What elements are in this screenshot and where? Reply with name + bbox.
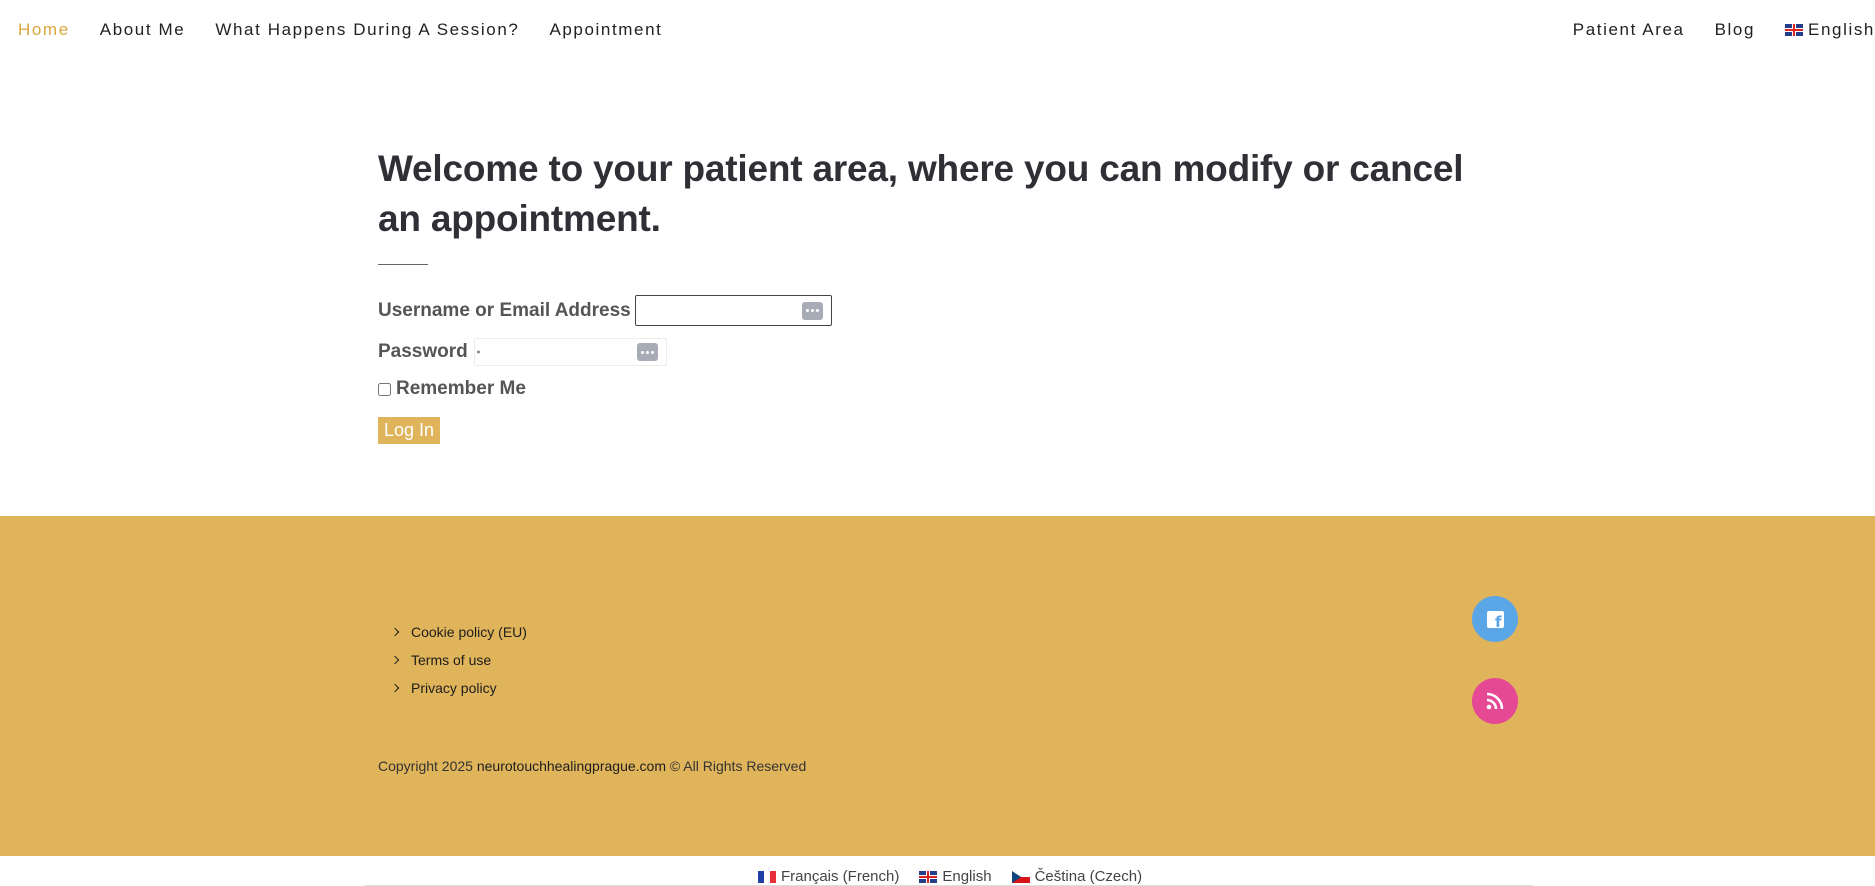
language-english[interactable]: English bbox=[919, 868, 992, 885]
rss-button[interactable] bbox=[1472, 678, 1518, 724]
footer-link-cookie[interactable]: Cookie policy (EU) bbox=[390, 618, 527, 646]
nav-home[interactable]: Home bbox=[18, 20, 70, 40]
page-title: Welcome to your patient area, where you … bbox=[378, 148, 1464, 239]
remember-me-row: Remember Me bbox=[378, 378, 1478, 400]
footer-link-label: Privacy policy bbox=[411, 680, 497, 696]
nav-appointment[interactable]: Appointment bbox=[549, 20, 662, 40]
remember-me-checkbox[interactable] bbox=[378, 382, 391, 396]
language-label: English bbox=[942, 868, 992, 885]
footer-link-privacy[interactable]: Privacy policy bbox=[390, 674, 527, 702]
copyright-text: Copyright 2025 neurotouchhealingprague.c… bbox=[378, 758, 806, 774]
nav-blog[interactable]: Blog bbox=[1715, 20, 1755, 40]
password-field-wrapper bbox=[473, 338, 667, 366]
remember-me-label: Remember Me bbox=[396, 378, 526, 399]
password-manager-icon[interactable] bbox=[801, 301, 823, 320]
language-french[interactable]: Français (French) bbox=[758, 868, 899, 885]
facebook-button[interactable] bbox=[1472, 596, 1518, 642]
chevron-right-icon bbox=[390, 627, 400, 637]
password-label: Password bbox=[378, 341, 468, 362]
login-form: Username or Email Address Password Remem… bbox=[378, 295, 1478, 444]
chevron-right-icon bbox=[390, 683, 400, 693]
copyright-suffix: © All Rights Reserved bbox=[669, 758, 807, 774]
nav-about-me[interactable]: About Me bbox=[100, 20, 186, 40]
rss-icon bbox=[1486, 692, 1504, 710]
language-list: Français (French) English Čeština (Czech… bbox=[758, 868, 1142, 885]
france-flag-icon bbox=[758, 870, 776, 883]
nav-patient-area[interactable]: Patient Area bbox=[1573, 20, 1685, 40]
top-navigation: Home About Me What Happens During A Sess… bbox=[0, 0, 1875, 58]
password-row: Password bbox=[378, 338, 1478, 366]
login-button[interactable]: Log In bbox=[378, 417, 441, 444]
password-manager-icon[interactable] bbox=[636, 343, 658, 361]
language-czech[interactable]: Čeština (Czech) bbox=[1011, 868, 1143, 885]
title-divider bbox=[378, 264, 428, 265]
czech-flag-icon bbox=[1011, 870, 1030, 883]
uk-flag-icon bbox=[919, 870, 938, 883]
username-row: Username or Email Address bbox=[378, 295, 1478, 326]
facebook-icon bbox=[1486, 610, 1504, 631]
language-label: Čeština (Czech) bbox=[1034, 868, 1143, 885]
copyright-site-link[interactable]: neurotouchhealingprague.com bbox=[477, 758, 666, 774]
footer-link-label: Cookie policy (EU) bbox=[411, 624, 527, 640]
footer-links: Cookie policy (EU) Terms of use Privacy … bbox=[390, 618, 527, 702]
footer-link-label: Terms of use bbox=[411, 652, 492, 668]
secondary-nav: Patient Area Blog English bbox=[1573, 20, 1875, 40]
language-label: Français (French) bbox=[781, 868, 900, 885]
language-bar: Français (French) English Čeština (Czech… bbox=[0, 856, 1875, 886]
required-marker bbox=[476, 350, 480, 354]
language-switcher[interactable]: English bbox=[1785, 20, 1875, 40]
copyright-prefix: Copyright 2025 bbox=[378, 758, 473, 774]
primary-nav: Home About Me What Happens During A Sess… bbox=[18, 20, 663, 40]
nav-session[interactable]: What Happens During A Session? bbox=[215, 20, 519, 40]
language-label: English bbox=[1808, 20, 1875, 39]
main-content: Welcome to your patient area, where you … bbox=[378, 144, 1478, 444]
uk-flag-icon bbox=[1785, 24, 1804, 36]
username-label: Username or Email Address bbox=[378, 299, 631, 321]
username-field-wrapper bbox=[634, 295, 832, 326]
chevron-right-icon bbox=[390, 655, 400, 665]
footer-link-terms[interactable]: Terms of use bbox=[390, 646, 527, 674]
site-footer: Cookie policy (EU) Terms of use Privacy … bbox=[0, 516, 1875, 856]
